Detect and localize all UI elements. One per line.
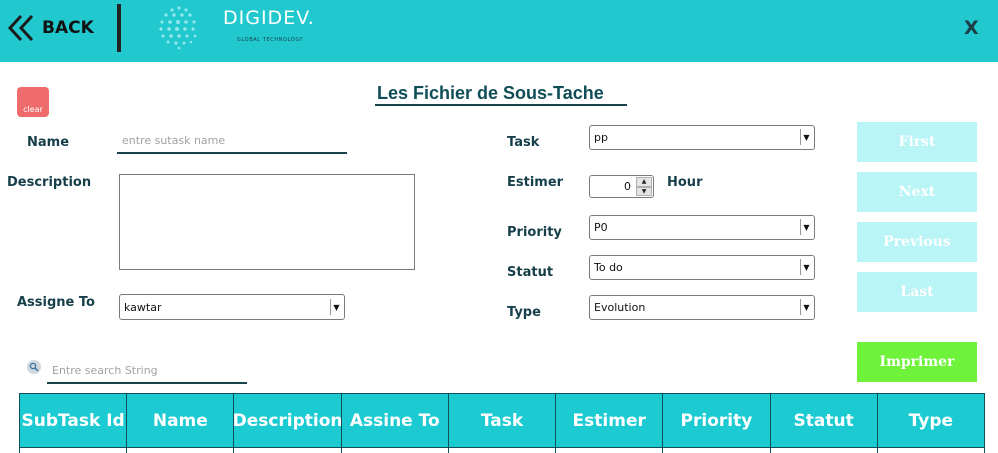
table-cell xyxy=(127,448,235,453)
chevron-down-icon: ▼ xyxy=(330,299,342,315)
globe-dots-icon xyxy=(159,6,197,50)
column-header-estimer[interactable]: Estimer xyxy=(556,394,664,447)
column-header-type[interactable]: Type xyxy=(878,394,984,447)
header-divider xyxy=(117,4,121,52)
task-label: Task xyxy=(507,135,540,150)
assigne-value: kawtar xyxy=(124,300,162,314)
table-row[interactable] xyxy=(19,448,985,453)
back-button[interactable]: BACK xyxy=(6,12,94,44)
spinner-up-icon[interactable]: ▲ xyxy=(636,177,652,187)
type-label: Type xyxy=(507,305,541,320)
table-cell xyxy=(771,448,878,453)
assigne-label: Assigne To xyxy=(17,295,95,310)
table-cell xyxy=(449,448,557,453)
name-input[interactable] xyxy=(117,128,347,154)
table-cell xyxy=(878,448,985,453)
statut-value: To do xyxy=(594,261,623,274)
search-icon xyxy=(27,360,41,374)
column-header-statut[interactable]: Statut xyxy=(771,394,878,447)
table-cell xyxy=(663,448,771,453)
table-header: SubTask Id Name Description Assine To Ta… xyxy=(19,393,985,448)
task-select[interactable]: pp ▼ xyxy=(589,125,815,150)
column-header-description[interactable]: Description xyxy=(234,394,342,447)
page-title: Les Fichier de Sous-Tache xyxy=(377,83,604,103)
assigne-select[interactable]: kawtar ▼ xyxy=(119,294,345,320)
priority-label: Priority xyxy=(507,225,562,240)
digidev-logo: DIGIDEV. GLOBAL TECHNOLOGY xyxy=(154,2,354,52)
clear-button[interactable]: clear xyxy=(17,87,49,117)
column-header-priority[interactable]: Priority xyxy=(663,394,771,447)
table-cell xyxy=(342,448,449,453)
estimer-value: 0 xyxy=(624,180,631,193)
chevron-down-icon: ▼ xyxy=(800,299,812,315)
estimer-label: Estimer xyxy=(507,175,564,190)
subtask-table: SubTask Id Name Description Assine To Ta… xyxy=(19,393,985,453)
chevron-down-icon: ▼ xyxy=(800,129,812,145)
table-cell xyxy=(556,448,664,453)
column-header-task[interactable]: Task xyxy=(449,394,557,447)
back-label: BACK xyxy=(42,18,94,38)
double-chevron-left-icon xyxy=(6,13,36,43)
first-button[interactable]: First xyxy=(857,122,977,162)
previous-button[interactable]: Previous xyxy=(857,222,977,262)
chevron-down-icon: ▼ xyxy=(800,219,812,235)
print-button[interactable]: Imprimer xyxy=(857,342,977,382)
logo-subtext: GLOBAL TECHNOLOGY xyxy=(237,37,304,43)
statut-select[interactable]: To do ▼ xyxy=(589,255,815,280)
table-cell xyxy=(20,448,128,453)
name-label: Name xyxy=(27,135,70,150)
hour-label: Hour xyxy=(667,175,703,190)
estimer-spinner[interactable]: 0 ▲ ▼ xyxy=(589,175,654,198)
statut-label: Statut xyxy=(507,265,554,280)
task-value: pp xyxy=(594,131,608,144)
type-select[interactable]: Evolution ▼ xyxy=(589,295,815,320)
priority-select[interactable]: P0 ▼ xyxy=(589,215,815,240)
description-label: Description xyxy=(7,175,92,190)
title-underline xyxy=(375,104,627,106)
description-textarea[interactable] xyxy=(119,174,415,270)
close-button[interactable]: X xyxy=(964,17,979,39)
logo-text: DIGIDEV. xyxy=(223,7,315,29)
search-input[interactable] xyxy=(47,358,247,384)
column-header-assine-to[interactable]: Assine To xyxy=(342,394,449,447)
table-cell xyxy=(234,448,342,453)
type-value: Evolution xyxy=(594,301,646,314)
app-header: BACK DIGIDEV. GLOBAL TECHNOLOGY X xyxy=(0,0,998,62)
column-header-subtask-id[interactable]: SubTask Id xyxy=(20,394,128,447)
priority-value: P0 xyxy=(594,221,608,234)
chevron-down-icon: ▼ xyxy=(800,259,812,275)
column-header-name[interactable]: Name xyxy=(127,394,235,447)
spinner-down-icon[interactable]: ▼ xyxy=(636,186,652,196)
next-button[interactable]: Next xyxy=(857,172,977,212)
last-button[interactable]: Last xyxy=(857,272,977,312)
